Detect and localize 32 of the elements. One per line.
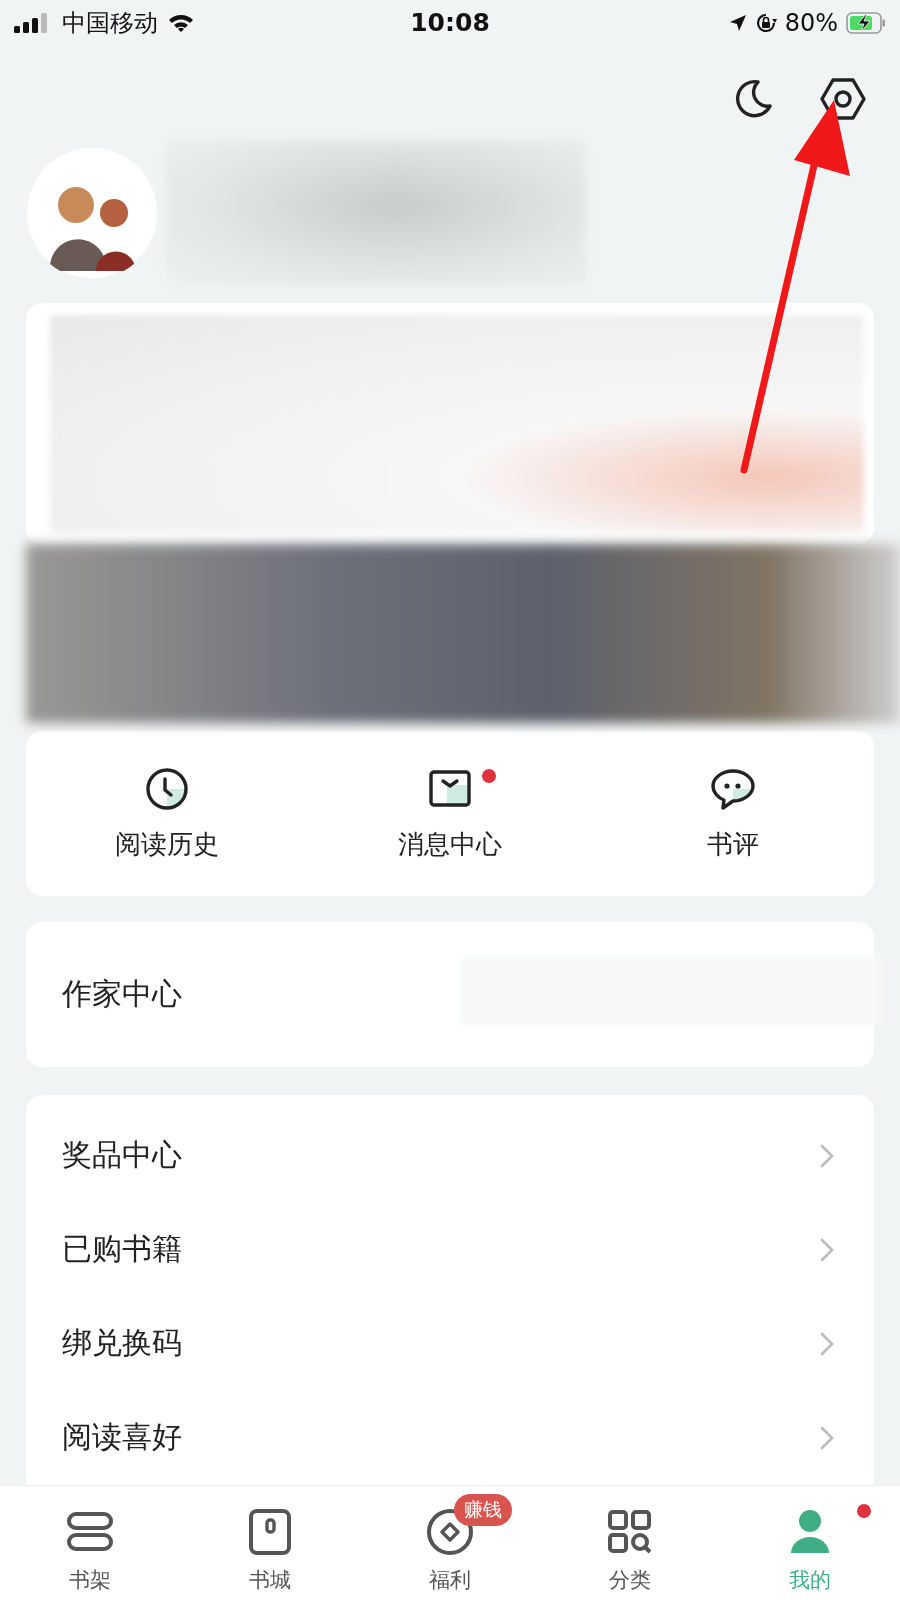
wifi-icon xyxy=(168,12,194,33)
chat-bubble-icon xyxy=(708,766,757,811)
quick-action[interactable]: 书评 xyxy=(591,731,874,896)
carrier-name: 中国移动 xyxy=(62,7,158,39)
location-icon xyxy=(728,13,747,32)
chevron-icon xyxy=(820,1332,834,1356)
clock-time: 10:08 xyxy=(410,8,490,38)
tab-item[interactable]: 分类 xyxy=(540,1486,720,1600)
book-icon xyxy=(248,1508,292,1556)
rotation-lock-icon xyxy=(754,12,777,33)
menu-item[interactable]: 奖品中心 xyxy=(26,1109,874,1203)
chevron-icon xyxy=(820,1426,834,1450)
grid-search-icon xyxy=(607,1509,653,1555)
clock-icon xyxy=(145,766,190,811)
menu-item[interactable]: 绑兑换码 xyxy=(26,1297,874,1391)
battery-charging-icon xyxy=(846,11,886,34)
chevron-icon xyxy=(820,1238,834,1262)
earn-badge: 赚钱 xyxy=(454,1494,512,1526)
tab-item[interactable]: 赚钱 福利 xyxy=(360,1486,540,1600)
mail-icon xyxy=(428,768,472,809)
quick-action[interactable]: 阅读历史 xyxy=(26,731,309,896)
shelf-icon xyxy=(66,1511,114,1553)
chevron-icon xyxy=(820,1144,834,1168)
tab-item[interactable]: 书架 xyxy=(0,1486,180,1600)
menu-item[interactable]: 阅读喜好 xyxy=(26,1391,874,1485)
battery-percent: 80% xyxy=(784,8,838,37)
avatar[interactable] xyxy=(26,147,158,280)
quick-action[interactable]: 消息中心 xyxy=(308,731,592,896)
writer-center-item[interactable]: 作家中心 xyxy=(26,973,182,1015)
tab-item[interactable]: 书城 xyxy=(180,1486,360,1600)
settings-icon[interactable] xyxy=(820,76,866,121)
menu-item[interactable]: 已购书籍 xyxy=(26,1203,874,1297)
